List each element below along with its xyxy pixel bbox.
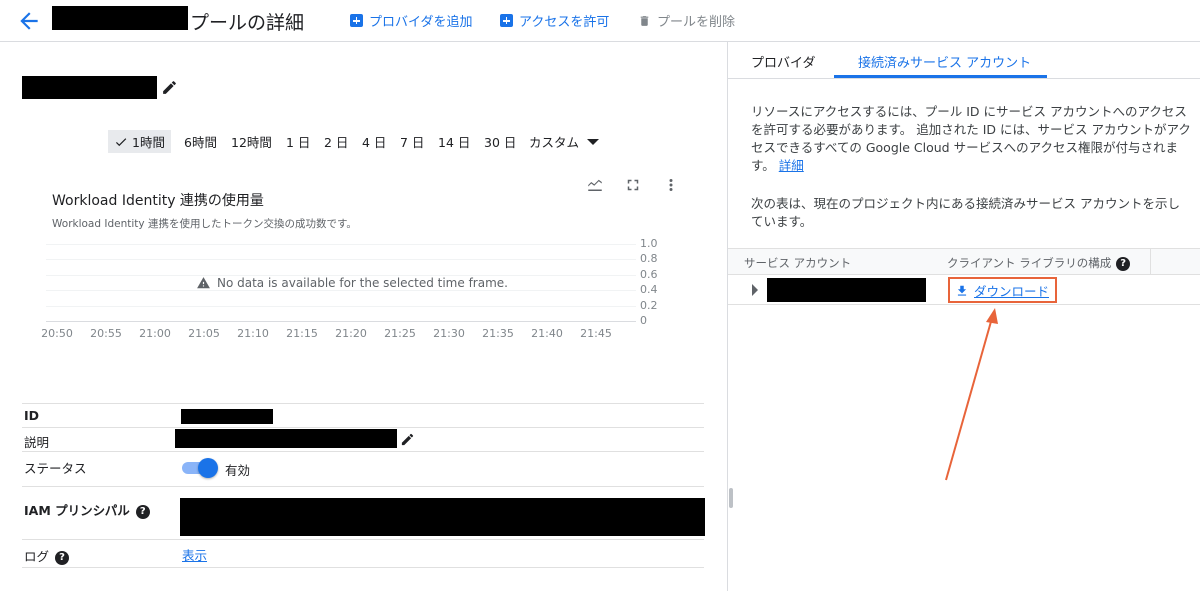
chart-x-tick: 21:15 — [286, 327, 318, 340]
pane-divider — [727, 42, 728, 591]
chart-gridline — [46, 259, 636, 261]
range-2d[interactable]: 2 日 — [324, 130, 348, 153]
tab-connected-service-accounts[interactable]: 接続済みサービス アカウント — [858, 52, 1031, 71]
id-label: ID — [24, 408, 40, 423]
redacted-description — [175, 429, 397, 448]
divider — [22, 567, 704, 568]
redacted-service-account — [767, 278, 926, 302]
page-title: プールの詳細 — [190, 12, 305, 34]
status-toggle[interactable] — [182, 458, 218, 478]
download-icon — [957, 285, 967, 296]
divider — [22, 451, 704, 452]
chart-x-tick: 21:45 — [580, 327, 612, 340]
range-30d[interactable]: 30 日 — [484, 130, 516, 153]
legend-toggle-icon[interactable] — [586, 176, 604, 194]
redacted-pool-name — [52, 6, 188, 30]
redacted-id — [181, 409, 273, 424]
redacted-display-name — [22, 76, 157, 99]
chart-x-tick: 21:05 — [188, 327, 220, 340]
range-6h[interactable]: 6時間 — [184, 130, 217, 153]
add-box-icon — [350, 14, 363, 27]
chart-y-tick: 0.4 — [640, 283, 658, 297]
download-link[interactable]: ダウンロード — [955, 281, 1049, 300]
help-icon[interactable]: ? — [55, 550, 70, 565]
chart-subtitle: Workload Identity 連携を使用したトークン交換の成功数です。 — [52, 218, 357, 230]
chart-x-tick: 21:25 — [384, 327, 416, 340]
chart-y-tick: 0.8 — [640, 252, 658, 266]
divider — [22, 427, 704, 428]
chart-y-tick: 0 — [640, 314, 647, 327]
table-header: サービス アカウント クライアント ライブラリの構成? — [728, 248, 1200, 275]
chart-x-tick: 21:40 — [531, 327, 563, 340]
redacted-iam-principal — [180, 498, 705, 536]
range-12h[interactable]: 12時間 — [231, 130, 272, 153]
chart-x-tick: 20:50 — [41, 327, 73, 340]
help-icon[interactable]: ? — [1116, 256, 1131, 271]
chart-x-tick: 21:30 — [433, 327, 465, 340]
range-1d[interactable]: 1 日 — [286, 130, 310, 153]
range-custom[interactable]: カスタム — [529, 130, 600, 153]
access-description: リソースにアクセスするには、プール ID にサービス アカウントへのアクセスを許… — [751, 104, 1191, 173]
chart-title: Workload Identity 連携の使用量 — [52, 193, 264, 209]
chart-gridline — [46, 321, 636, 322]
edit-pencil-icon[interactable] — [400, 432, 415, 447]
divider — [22, 403, 704, 404]
chart-y-tick: 1.0 — [640, 237, 658, 250]
iam-principal-label: IAM プリンシパル? — [24, 500, 150, 519]
trash-icon — [640, 15, 649, 26]
more-vert-icon[interactable] — [662, 176, 680, 194]
dropdown-caret-icon — [587, 138, 600, 145]
table-description: 次の表は、現在のプロジェクト内にある接続済みサービス アカウントを示しています。 — [751, 196, 1180, 229]
log-label: ログ? — [24, 546, 70, 565]
col-service-account: サービス アカウント — [744, 256, 852, 270]
chart-gridline — [46, 244, 636, 245]
resize-handle[interactable] — [729, 488, 733, 508]
chart-x-tick: 21:00 — [139, 327, 171, 340]
check-icon — [115, 137, 127, 146]
expand-row-icon[interactable] — [752, 284, 758, 296]
chart-x-tick: 21:35 — [482, 327, 514, 340]
range-4d[interactable]: 4 日 — [362, 130, 386, 153]
no-data-message: No data is available for the selected ti… — [196, 276, 508, 290]
divider — [22, 539, 704, 540]
chart-y-tick: 0.6 — [640, 267, 658, 281]
chart-y-tick: 0.2 — [640, 298, 658, 312]
chart-x-tick: 21:20 — [335, 327, 367, 340]
description-label: 説明 — [24, 435, 50, 450]
back-arrow-icon[interactable] — [16, 8, 42, 34]
delete-pool-button[interactable]: プールを削除 — [638, 11, 735, 30]
divider — [22, 486, 704, 487]
fullscreen-icon[interactable] — [624, 176, 642, 194]
grant-access-button[interactable]: アクセスを許可 — [500, 11, 609, 30]
warning-icon — [197, 277, 210, 289]
status-label: ステータス — [24, 461, 87, 476]
range-1h[interactable]: 1時間 — [108, 130, 171, 153]
tab-providers[interactable]: プロバイダ — [751, 52, 815, 71]
range-14d[interactable]: 14 日 — [438, 130, 470, 153]
column-divider — [1150, 249, 1151, 275]
edit-pencil-icon[interactable] — [161, 79, 178, 96]
chart-x-tick: 20:55 — [90, 327, 122, 340]
range-7d[interactable]: 7 日 — [400, 130, 424, 153]
add-provider-button[interactable]: プロバイダを追加 — [350, 11, 472, 30]
chart-gridline — [46, 305, 636, 307]
add-box-icon — [500, 14, 513, 27]
details-link[interactable]: 詳細 — [779, 158, 804, 173]
toggle-knob — [198, 458, 218, 478]
help-icon[interactable]: ? — [135, 504, 150, 519]
annotation-arrow — [945, 308, 998, 481]
chart-x-tick: 21:10 — [237, 327, 269, 340]
status-value: 有効 — [225, 463, 251, 478]
chart-gridline — [46, 290, 636, 292]
col-client-library: クライアント ライブラリの構成? — [947, 255, 1131, 271]
log-view-link[interactable]: 表示 — [182, 545, 207, 564]
tabs-border — [728, 78, 1200, 79]
